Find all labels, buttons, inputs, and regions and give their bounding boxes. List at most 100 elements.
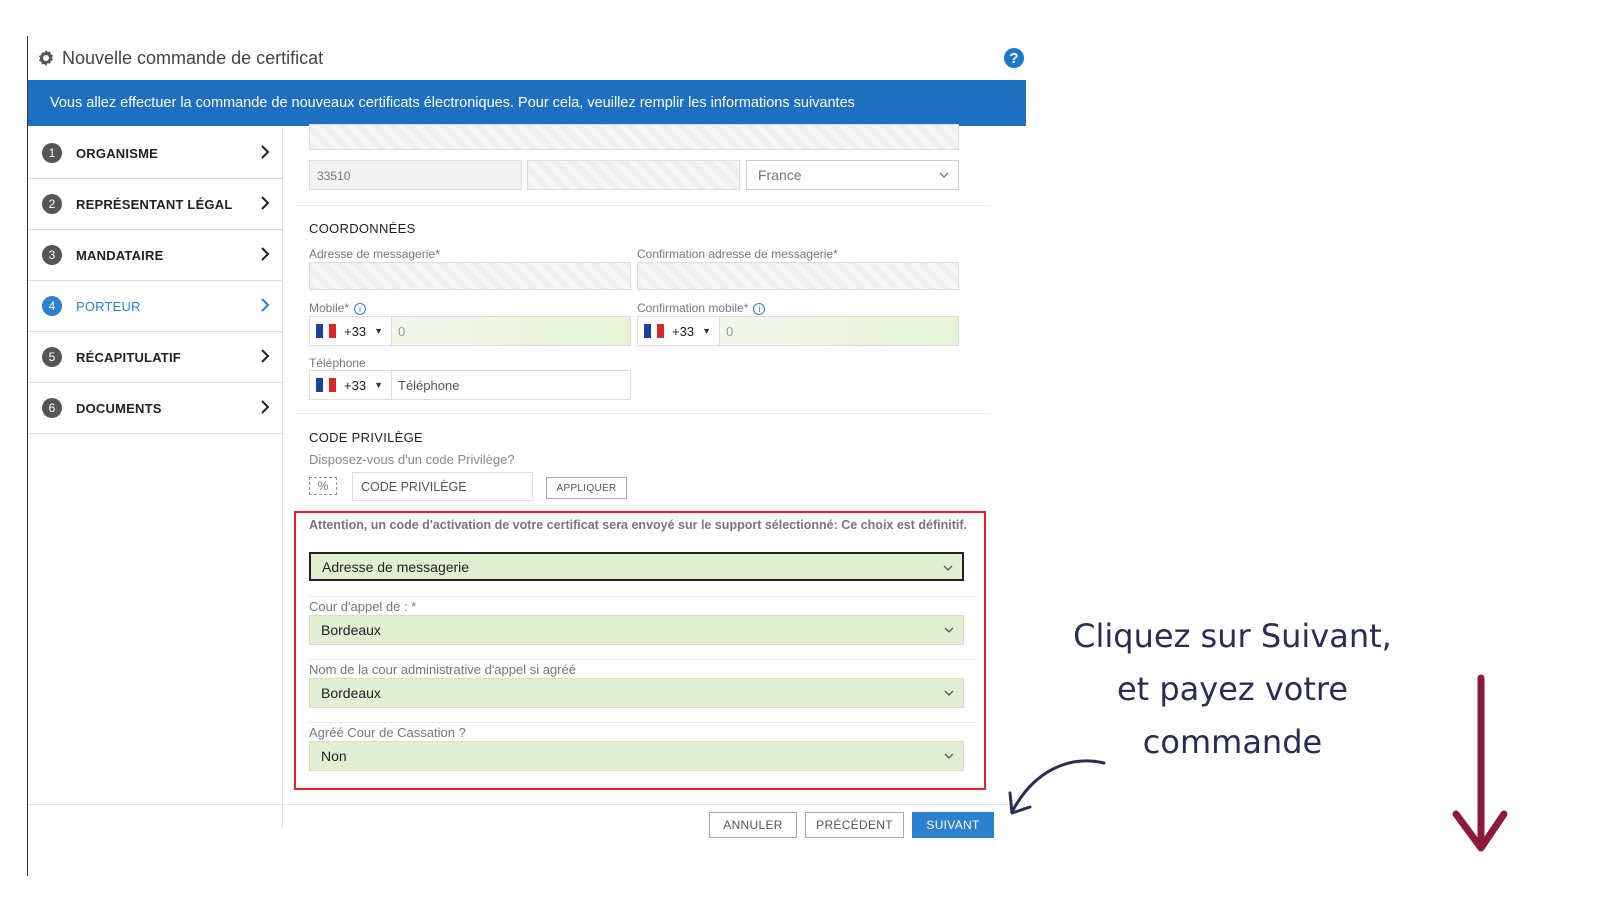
- steps-sidebar: 1 ORGANISME 2 REPRÉSENTANT LÉGAL 3 MANDA…: [28, 128, 283, 828]
- step-label: ORGANISME: [76, 145, 158, 161]
- cancel-button[interactable]: ANNULER: [709, 812, 797, 838]
- mobile-confirm-label: Confirmation mobile*: [637, 301, 749, 315]
- privilege-question: Disposez-vous d'un code Privilège?: [309, 452, 515, 467]
- mobile-label: Mobile*: [309, 301, 350, 315]
- step-number: 1: [42, 143, 62, 163]
- privilege-code-input[interactable]: CODE PRIVILÈGE: [352, 472, 533, 501]
- step-label: PORTEUR: [76, 298, 141, 314]
- down-arrow-icon: [1452, 674, 1508, 852]
- france-flag-icon: [644, 324, 665, 338]
- contact-section-title: COORDONNÉES: [309, 221, 416, 236]
- apply-button[interactable]: APPLIQUER: [546, 477, 627, 499]
- privilege-code-placeholder: CODE PRIVILÈGE: [361, 480, 467, 494]
- chevron-down-icon: [943, 565, 953, 571]
- mobile-confirm-code: +33: [672, 323, 695, 339]
- postal-code-field[interactable]: 33510: [309, 160, 522, 190]
- step-label: RÉCAPITULATIF: [76, 349, 181, 365]
- phone-code: +33: [344, 377, 367, 393]
- country-code-picker[interactable]: +33 ▼: [310, 317, 392, 345]
- country-value: France: [758, 167, 802, 183]
- email-field[interactable]: [309, 262, 631, 290]
- section-divider: [296, 413, 991, 414]
- step-label: DOCUMENTS: [76, 400, 162, 416]
- address-line-field[interactable]: [309, 124, 959, 150]
- cassation-label: Agréé Cour de Cassation ?: [309, 725, 466, 740]
- activation-support-select[interactable]: Adresse de messagerie: [309, 552, 964, 581]
- step-mandataire[interactable]: 3 MANDATAIRE: [28, 230, 282, 281]
- step-number: 3: [42, 245, 62, 265]
- mobile-code: +33: [344, 323, 367, 339]
- step-number: 4: [42, 296, 62, 316]
- admin-court-select[interactable]: Bordeaux: [309, 678, 964, 708]
- chevron-right-icon: [261, 247, 270, 261]
- admin-court-value: Bordeaux: [321, 685, 381, 701]
- caret-down-icon: ▼: [702, 326, 711, 336]
- mobile-confirm-field[interactable]: +33 ▼ 0: [637, 316, 959, 346]
- france-flag-icon: [316, 324, 337, 338]
- cassation-value: Non: [321, 748, 347, 764]
- mobile-confirm-label-wrap: Confirmation mobile* i: [637, 301, 766, 315]
- mobile-field[interactable]: +33 ▼ 0: [309, 316, 631, 346]
- country-select[interactable]: France: [746, 160, 959, 190]
- step-documents[interactable]: 6 DOCUMENTS: [28, 383, 282, 434]
- email-confirm-field[interactable]: [637, 262, 959, 290]
- footer-divider: [28, 804, 1025, 805]
- chevron-right-icon: [261, 196, 270, 210]
- chevron-down-icon: [944, 627, 954, 633]
- chevron-right-icon: [261, 349, 270, 363]
- step-label: REPRÉSENTANT LÉGAL: [76, 196, 233, 212]
- section-divider: [309, 659, 977, 660]
- step-number: 2: [42, 194, 62, 214]
- phone-label: Téléphone: [309, 356, 366, 370]
- caret-down-icon: ▼: [374, 380, 383, 390]
- chevron-down-icon: [944, 690, 954, 696]
- step-representant-legal[interactable]: 2 REPRÉSENTANT LÉGAL: [28, 179, 282, 230]
- gear-icon: [36, 48, 56, 68]
- city-field[interactable]: [527, 160, 740, 190]
- court-label: Cour d'appel de : *: [309, 599, 417, 614]
- info-icon[interactable]: i: [753, 302, 766, 315]
- step-number: 6: [42, 398, 62, 418]
- mobile-confirm-number[interactable]: 0: [720, 317, 958, 345]
- previous-button[interactable]: PRÉCÉDENT: [805, 812, 904, 838]
- court-select[interactable]: Bordeaux: [309, 615, 964, 645]
- mobile-label-wrap: Mobile* i: [309, 301, 367, 315]
- step-porteur[interactable]: 4 PORTEUR: [28, 281, 282, 332]
- next-button[interactable]: SUIVANT: [912, 812, 994, 838]
- annotation-line: et payez votre: [1116, 670, 1349, 708]
- country-code-picker[interactable]: +33 ▼: [638, 317, 720, 345]
- section-divider: [309, 596, 977, 597]
- chevron-down-icon: [939, 172, 949, 178]
- caret-down-icon: ▼: [374, 326, 383, 336]
- coupon-icon: %: [309, 477, 337, 495]
- step-number: 5: [42, 347, 62, 367]
- country-code-picker[interactable]: +33 ▼: [310, 371, 392, 399]
- chevron-right-icon: [261, 400, 270, 414]
- section-divider: [309, 722, 977, 723]
- chevron-down-icon: [944, 753, 954, 759]
- section-divider: [296, 205, 991, 206]
- privilege-section-title: CODE PRIVILÈGE: [309, 430, 424, 445]
- curved-arrow-icon: [1008, 759, 1106, 815]
- chevron-right-icon: [261, 298, 270, 312]
- postal-code-value: 33510: [317, 169, 351, 183]
- title-bar: Nouvelle commande de certificat ?: [28, 36, 1026, 80]
- activation-warning: Attention, un code d'activation de votre…: [309, 518, 967, 532]
- cassation-select[interactable]: Non: [309, 741, 964, 771]
- step-organisme[interactable]: 1 ORGANISME: [28, 128, 282, 179]
- admin-court-label: Nom de la cour administrative d'appel si…: [309, 662, 576, 677]
- phone-number-input[interactable]: Téléphone: [392, 371, 630, 399]
- phone-field[interactable]: +33 ▼ Téléphone: [309, 370, 631, 400]
- info-banner: Vous allez effectuer la commande de nouv…: [28, 80, 1026, 126]
- chevron-right-icon: [261, 145, 270, 159]
- court-value: Bordeaux: [321, 622, 381, 638]
- france-flag-icon: [316, 378, 337, 392]
- email-confirm-label: Confirmation adresse de messagerie*: [637, 247, 838, 261]
- email-label: Adresse de messagerie*: [309, 247, 440, 261]
- step-recapitulatif[interactable]: 5 RÉCAPITULATIF: [28, 332, 282, 383]
- info-icon[interactable]: i: [354, 302, 367, 315]
- step-label: MANDATAIRE: [76, 247, 164, 263]
- mobile-number[interactable]: 0: [392, 317, 630, 345]
- help-icon[interactable]: ?: [1004, 48, 1024, 68]
- instruction-annotation: Cliquez sur Suivant, et payez votre comm…: [1040, 610, 1425, 769]
